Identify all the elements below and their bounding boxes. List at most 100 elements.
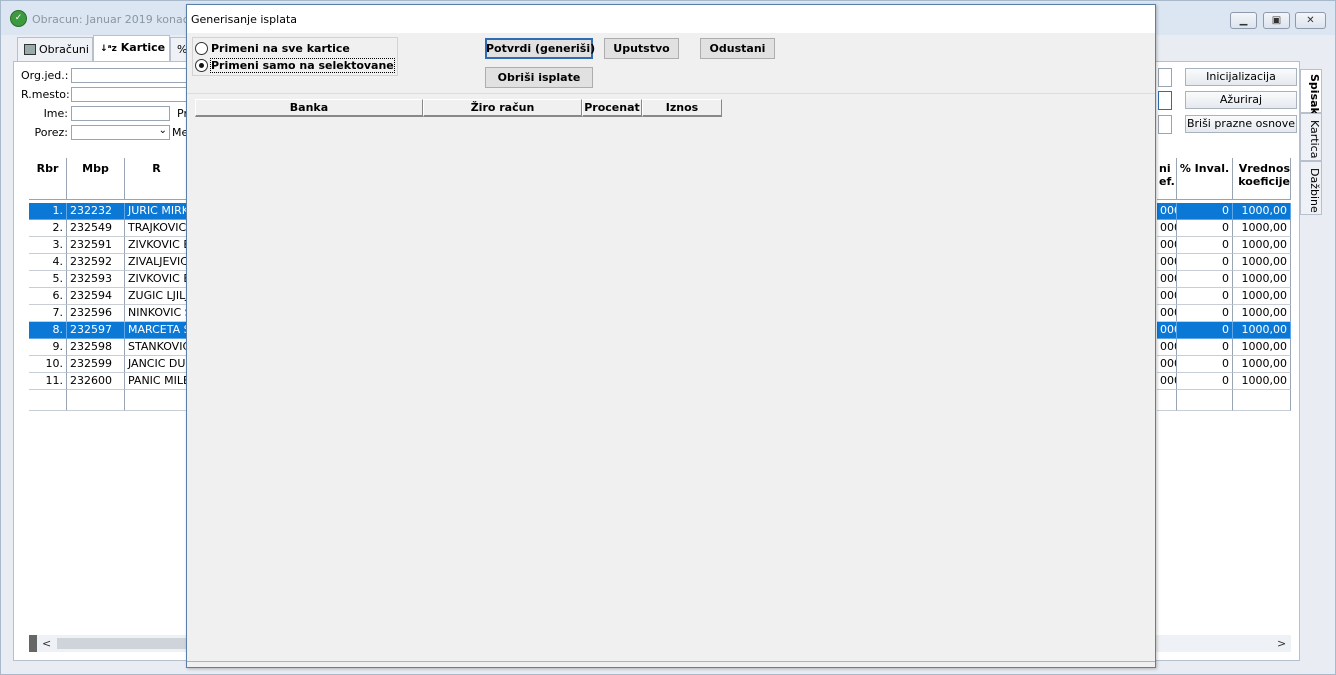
cell-ni[interactable]: 000 [1157,254,1177,271]
cell-ni[interactable]: 000 [1157,237,1177,254]
cell-mbp[interactable]: 232549 [67,220,125,237]
cell-vrednost[interactable]: 1000,00 [1233,339,1291,356]
brisi-prazne-osnove-button[interactable]: Briši prazne osnove [1185,115,1297,133]
col-vrednost-header[interactable]: Vrednos koeficije [1233,158,1291,200]
cell-name[interactable]: ZUGIC LJILJA [125,288,189,305]
cell-ni[interactable]: 000 [1157,305,1177,322]
cell-name[interactable]: TRAJKOVIC M [125,220,189,237]
col-banka-header[interactable]: Banka [195,99,423,117]
col-name-header[interactable]: R [125,158,189,200]
minimize-button[interactable]: ▁ [1230,12,1257,29]
cell-mbp[interactable]: 232592 [67,254,125,271]
cell-rbr[interactable]: 11. [29,373,67,390]
cell-name[interactable]: JURIC MIRKO [125,203,189,220]
cell-inval[interactable]: 0 [1177,322,1233,339]
cell-vrednost[interactable]: 1000,00 [1233,288,1291,305]
cell-inval[interactable]: 0 [1177,288,1233,305]
cell-rbr[interactable]: 1. [29,203,67,220]
cell-inval[interactable]: 0 [1177,220,1233,237]
scroll-right-icon[interactable]: > [1277,637,1286,650]
maximize-button[interactable]: ▣ [1263,12,1290,29]
cell-inval[interactable]: 0 [1177,271,1233,288]
cell-rbr[interactable]: 2. [29,220,67,237]
potvrdi-generisi-button[interactable]: Potvrdi (generiši) [485,38,595,59]
cell-name[interactable]: MARCETA ST [125,322,189,339]
cell-inval[interactable]: 0 [1177,237,1233,254]
col-procenat-header[interactable]: Procenat [582,99,642,117]
cell-rbr[interactable]: 6. [29,288,67,305]
tab-spisak[interactable]: Spisak [1300,69,1322,115]
cell-mbp[interactable]: 232232 [67,203,125,220]
cell-vrednost[interactable]: 1000,00 [1233,305,1291,322]
cell-rbr[interactable]: 9. [29,339,67,356]
inicijalizacija-button[interactable]: Inicijalizacija [1185,68,1297,86]
cell-inval[interactable]: 0 [1177,203,1233,220]
cell-rbr[interactable]: 4. [29,254,67,271]
cell-mbp[interactable]: 232598 [67,339,125,356]
cell-mbp[interactable]: 232597 [67,322,125,339]
cell-name[interactable]: PANIC MILE [125,373,189,390]
uputstvo-button[interactable]: Uputstvo [604,38,679,59]
cell-ni[interactable]: 000 [1157,339,1177,356]
cell-mbp[interactable]: 232594 [67,288,125,305]
tab-kartica[interactable]: Kartica [1300,113,1322,161]
r-mesto-input[interactable] [71,87,189,102]
col-iznos-header[interactable]: Iznos [642,99,722,117]
cell-inval[interactable]: 0 [1177,254,1233,271]
cell-ni[interactable]: 000 [1157,271,1177,288]
cell-ni[interactable]: 000 [1157,203,1177,220]
cell-mbp[interactable]: 232591 [67,237,125,254]
close-button[interactable]: ✕ [1295,12,1326,29]
tab-dazbine[interactable]: Dažbine [1300,161,1322,215]
cell-name[interactable]: ZIVKOVIC BI [125,271,189,288]
cell-mbp[interactable]: 232596 [67,305,125,322]
porez-select[interactable]: ⌄ [71,125,170,140]
cell-inval[interactable]: 0 [1177,339,1233,356]
cell-vrednost[interactable]: 1000,00 [1233,254,1291,271]
cell-ni[interactable]: 000 [1157,220,1177,237]
cell-ni[interactable]: 000 [1157,288,1177,305]
partial-field[interactable] [1158,68,1172,87]
col-ni-header[interactable]: ni ef. [1157,158,1177,200]
cell-name[interactable]: NINKOVIC SV [125,305,189,322]
tab-obracuni[interactable]: Obračuni [17,37,93,61]
cell-vrednost[interactable]: 1000,00 [1233,220,1291,237]
col-inval-header[interactable]: % Inval. [1177,158,1233,200]
cell-vrednost[interactable]: 1000,00 [1233,373,1291,390]
cell-ni[interactable]: 000 [1157,356,1177,373]
cell-inval[interactable]: 0 [1177,356,1233,373]
cell-vrednost[interactable]: 1000,00 [1233,271,1291,288]
cell-name[interactable]: STANKOVIĆ I [125,339,189,356]
cell-vrednost[interactable]: 1000,00 [1233,322,1291,339]
cell-name[interactable]: ZIVKOVIC BR [125,237,189,254]
org-jed-input[interactable] [71,68,189,83]
cell-rbr[interactable]: 10. [29,356,67,373]
partial-field[interactable] [1158,115,1172,134]
ime-input[interactable] [71,106,170,121]
cell-rbr[interactable]: 8. [29,322,67,339]
cell-rbr[interactable]: 3. [29,237,67,254]
tab-kartice[interactable]: ↓ᵃz Kartice [93,35,170,62]
cell-rbr[interactable]: 5. [29,271,67,288]
cell-inval[interactable]: 0 [1177,305,1233,322]
col-ziro-racun-header[interactable]: Žiro račun [423,99,582,117]
cell-mbp[interactable]: 232600 [67,373,125,390]
col-mbp-header[interactable]: Mbp [67,158,125,200]
cell-mbp[interactable]: 232593 [67,271,125,288]
cell-rbr[interactable]: 7. [29,305,67,322]
scroll-left-icon[interactable]: < [42,637,51,650]
partial-field[interactable] [1158,91,1172,110]
cell-ni[interactable]: 000 [1157,322,1177,339]
cell-vrednost[interactable]: 1000,00 [1233,356,1291,373]
cell-inval[interactable]: 0 [1177,373,1233,390]
col-rbr-header[interactable]: Rbr [29,158,67,200]
cell-vrednost[interactable]: 1000,00 [1233,203,1291,220]
cell-name[interactable]: JANCIC DUSA [125,356,189,373]
obrisi-isplate-button[interactable]: Obriši isplate [485,67,593,88]
cell-ni[interactable]: 000 [1157,373,1177,390]
cell-mbp[interactable]: 232599 [67,356,125,373]
azuriraj-button[interactable]: Ažuriraj [1185,91,1297,109]
odustani-button[interactable]: Odustani [700,38,775,59]
cell-name[interactable]: ZIVALJEVIC M [125,254,189,271]
cell-vrednost[interactable]: 1000,00 [1233,237,1291,254]
